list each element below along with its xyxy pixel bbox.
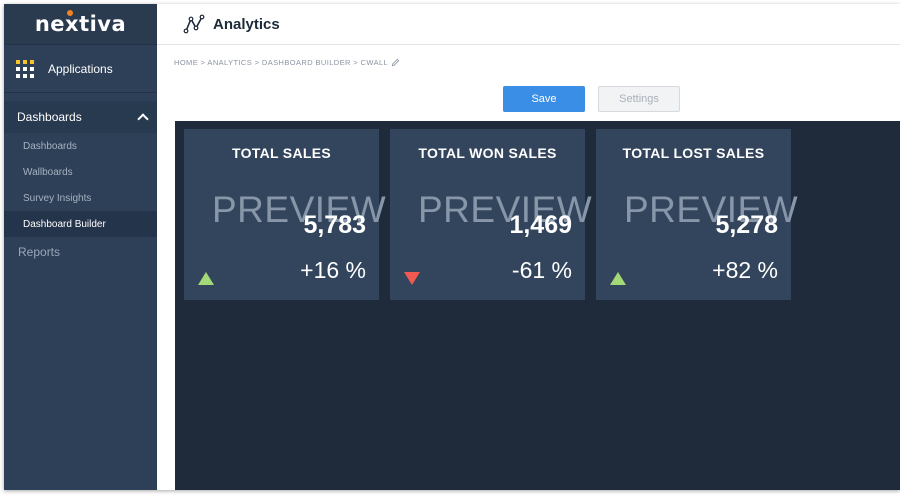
- chevron-up-icon: [137, 113, 149, 125]
- logo-bar: ne xtiva: [4, 4, 157, 45]
- applications-label: Applications: [48, 61, 113, 76]
- card-title: TOTAL SALES: [232, 145, 331, 161]
- sidebar-item-label: Wallboards: [23, 166, 73, 178]
- nextiva-logo[interactable]: ne xtiva: [34, 10, 127, 36]
- trend-up-icon: [610, 272, 626, 285]
- card-title: TOTAL LOST SALES: [622, 145, 765, 161]
- widget-card-total-sales[interactable]: TOTAL SALES PREVIEW 5,783 +16 %: [184, 129, 386, 300]
- widget-card-total-won-sales[interactable]: TOTAL WON SALES PREVIEW 1,469 -61 %: [390, 129, 592, 300]
- widget-card-total-lost-sales[interactable]: TOTAL LOST SALES PREVIEW 5,278 +82 %: [596, 129, 798, 300]
- pencil-icon[interactable]: [391, 58, 400, 67]
- sidebar-item-dashboard-builder[interactable]: Dashboard Builder: [4, 211, 157, 237]
- dashboards-section-label: Dashboards: [17, 110, 82, 124]
- card-title: TOTAL WON SALES: [418, 145, 557, 161]
- page-title: Analytics: [213, 15, 280, 33]
- logo-x: x: [65, 10, 80, 36]
- sidebar-item-wallboards[interactable]: Wallboards: [4, 159, 157, 185]
- logo-text-post: tiva: [79, 12, 127, 36]
- dashboard-canvas: TOTAL SALES PREVIEW 5,783 +16 % TOTAL WO…: [175, 121, 900, 490]
- breadcrumb-text[interactable]: HOME > ANALYTICS > DASHBOARD BUILDER > C…: [174, 58, 388, 67]
- applications-menu[interactable]: Applications: [4, 45, 157, 93]
- breadcrumb: HOME > ANALYTICS > DASHBOARD BUILDER > C…: [174, 58, 400, 67]
- sidebar-item-dashboards[interactable]: Dashboards: [4, 133, 157, 159]
- sidebar: ne xtiva Applications Dashboards Dashboar…: [4, 4, 157, 490]
- logo-text-pre: ne: [34, 12, 66, 36]
- logo-text-x: x: [65, 12, 80, 36]
- card-change: +16 %: [300, 257, 366, 283]
- apps-grid-icon: [16, 59, 34, 78]
- top-header: Analytics: [157, 4, 900, 45]
- settings-button[interactable]: Settings: [598, 86, 680, 112]
- card-change: +82 %: [712, 257, 778, 283]
- sidebar-item-survey-insights[interactable]: Survey Insights: [4, 185, 157, 211]
- sidebar-section-dashboards[interactable]: Dashboards: [4, 101, 157, 133]
- sidebar-item-label: Dashboards: [23, 140, 77, 152]
- sidebar-item-label: Dashboard Builder: [23, 218, 106, 230]
- trend-down-icon: [404, 272, 420, 285]
- app-window: ne xtiva Applications Dashboards Dashboar…: [4, 4, 900, 490]
- trend-up-icon: [198, 272, 214, 285]
- card-value: 5,278: [715, 211, 778, 239]
- card-value: 1,469: [509, 211, 572, 239]
- sidebar-item-label: Survey Insights: [23, 192, 92, 204]
- save-button[interactable]: Save: [503, 86, 585, 112]
- reports-label: Reports: [18, 245, 61, 259]
- analytics-icon: [183, 14, 205, 34]
- card-value: 5,783: [303, 211, 366, 239]
- sidebar-item-reports[interactable]: Reports: [4, 237, 157, 267]
- logo-dot-icon: [67, 10, 74, 16]
- card-change: -61 %: [511, 257, 572, 283]
